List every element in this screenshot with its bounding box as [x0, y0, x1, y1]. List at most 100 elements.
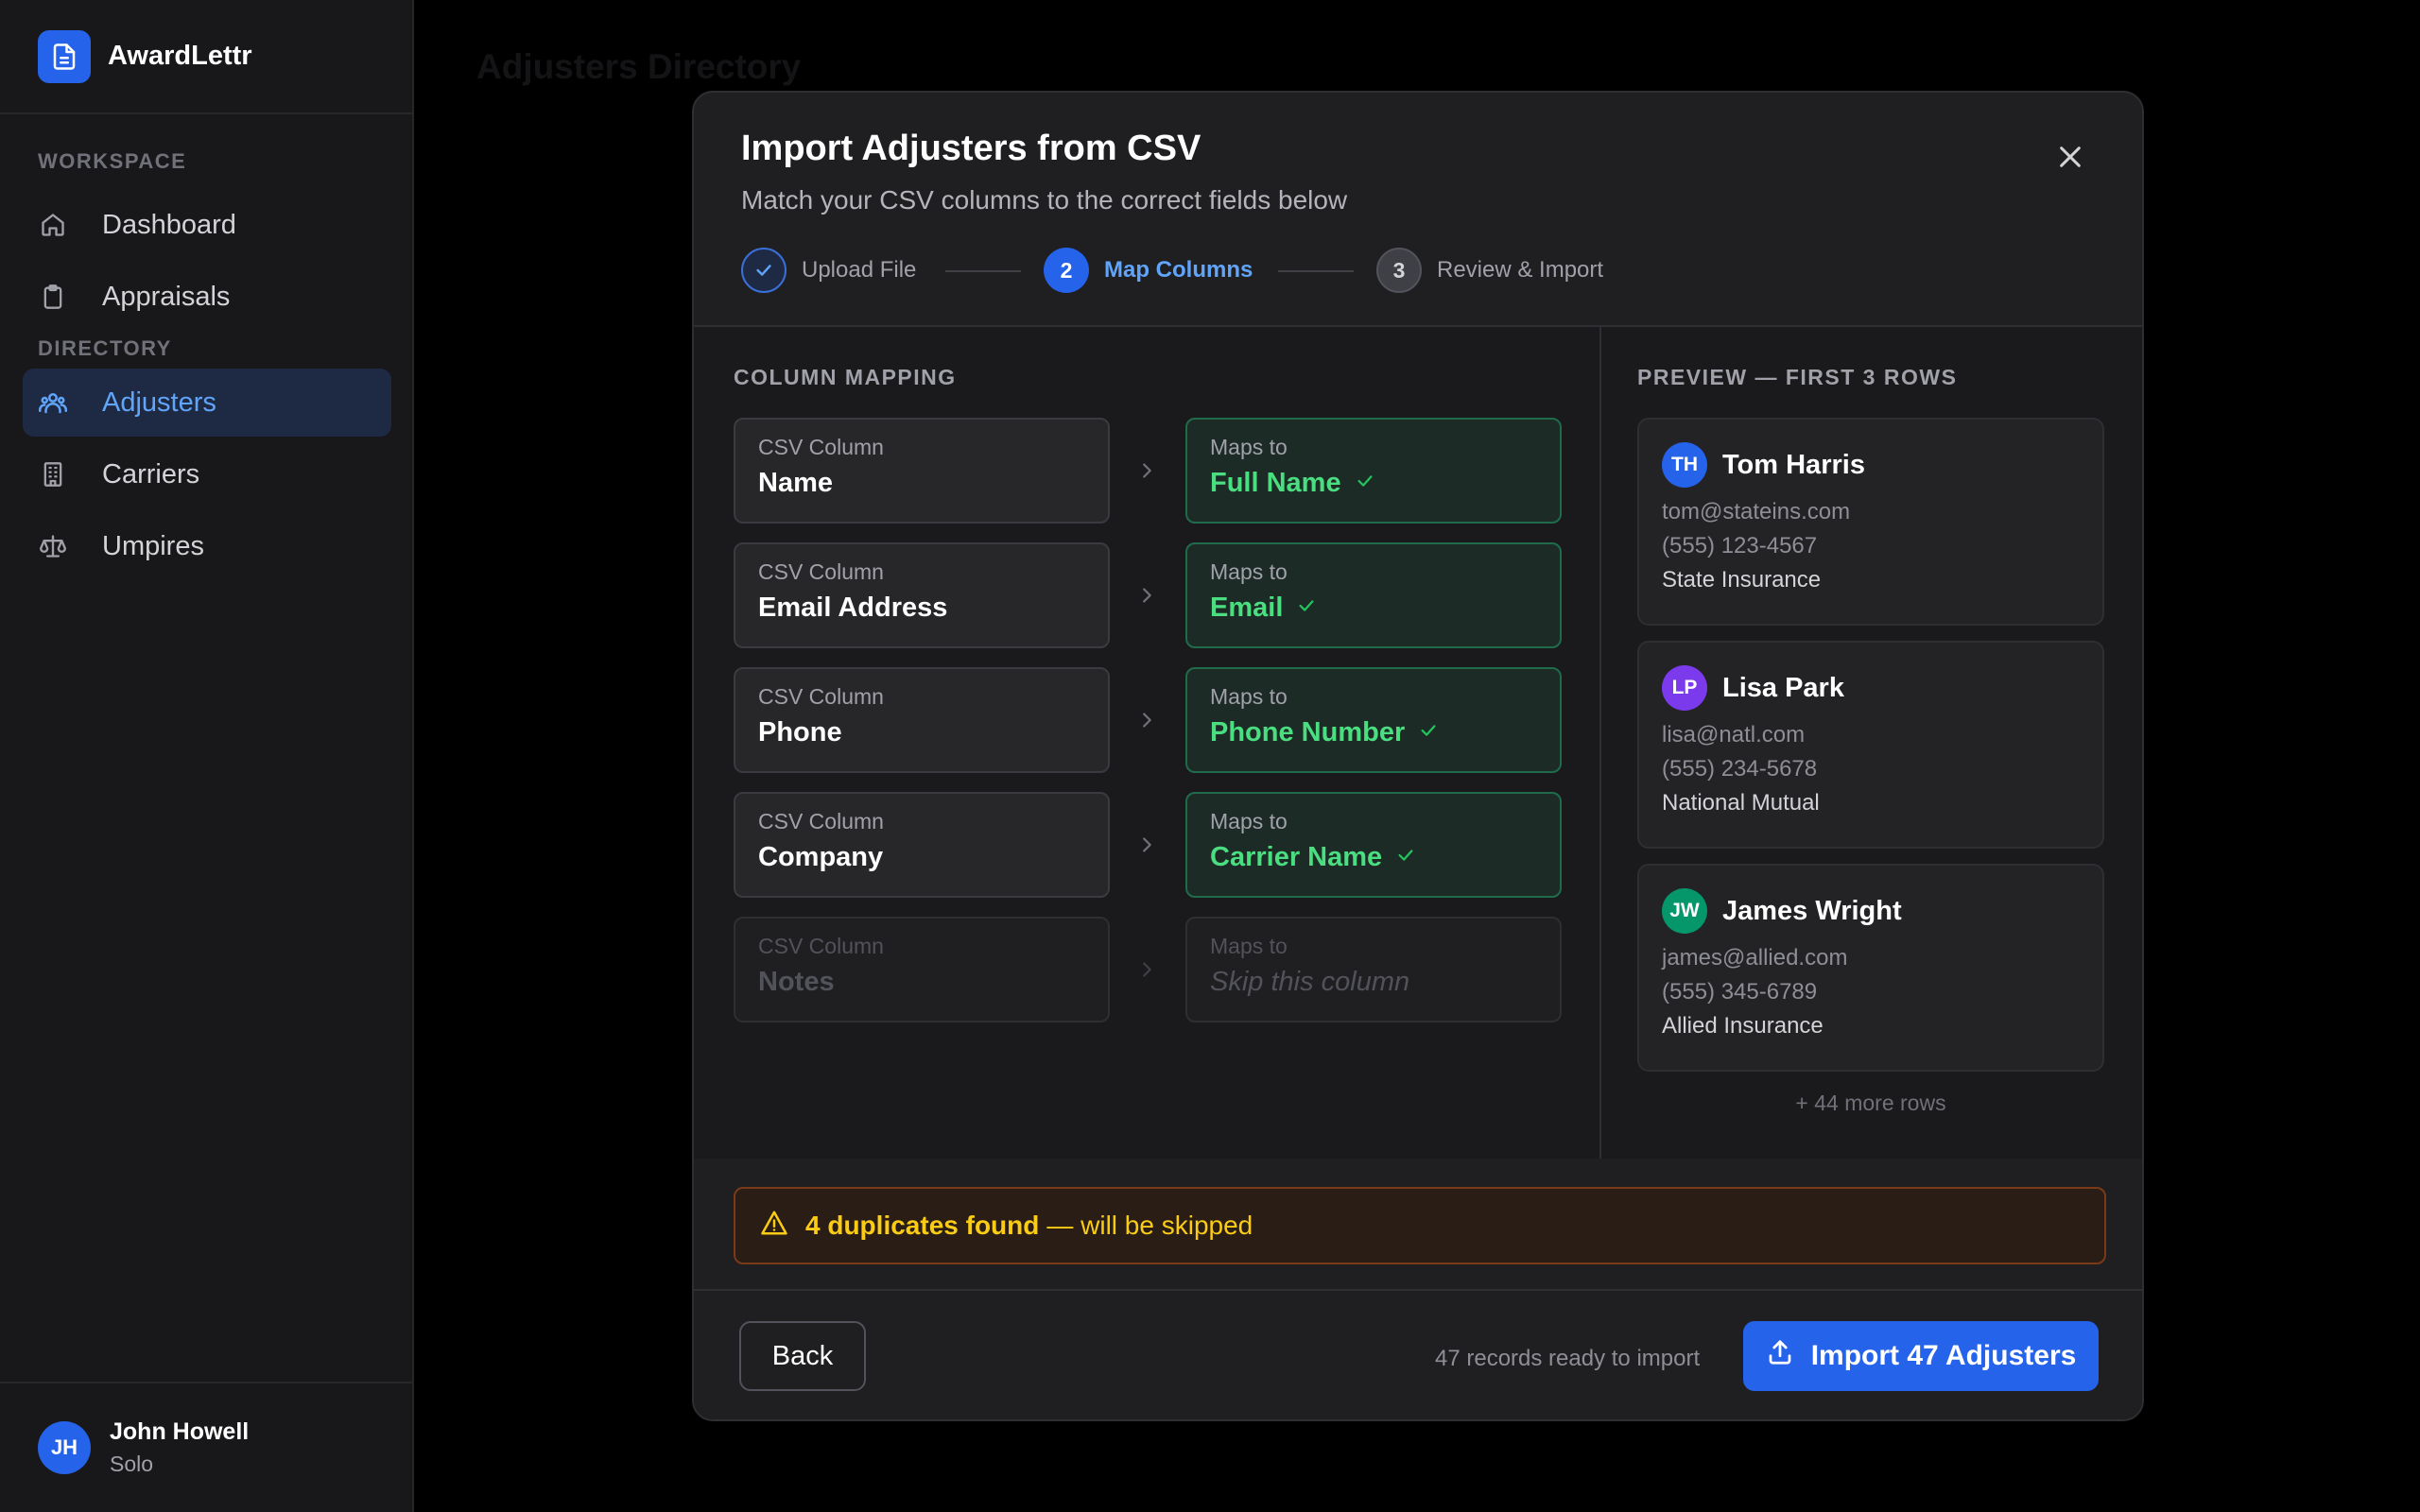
target-field-select[interactable]: Maps to Full Name [1185, 418, 1562, 524]
sidebar-item-adjusters[interactable]: Adjusters [23, 369, 391, 437]
mapping-row: CSV Column Company Maps to Carrier Name [734, 792, 1562, 898]
maps-to-caption: Maps to [1210, 809, 1288, 833]
sidebar-item-label: Appraisals [102, 281, 231, 312]
csv-column-name: Notes [758, 967, 835, 997]
warning-icon [760, 1209, 788, 1244]
avatar: JH [38, 1421, 91, 1474]
preview-phone: (555) 123-4567 [1662, 533, 1818, 558]
sidebar-item-appraisals[interactable]: Appraisals [23, 263, 391, 331]
modal-subtitle: Match your CSV columns to the correct fi… [741, 185, 1348, 215]
users-icon [38, 387, 68, 418]
step-3-number: 3 [1376, 248, 1422, 293]
building-icon [38, 459, 68, 490]
sidebar-item-label: Adjusters [102, 387, 216, 418]
chevron-right-icon [1123, 455, 1170, 486]
preview-name: Lisa Park [1722, 672, 1844, 703]
clipboard-icon [38, 282, 68, 312]
step-1-label: Upload File [802, 257, 917, 283]
target-field-select[interactable]: Maps to Phone Number [1185, 667, 1562, 773]
stepper: Upload File 2 Map Columns 3 Review & Imp… [741, 248, 1876, 295]
maps-to-caption: Maps to [1210, 559, 1288, 584]
csv-column-field: CSV Column Notes [734, 917, 1110, 1022]
csv-column-name: Name [758, 468, 833, 498]
avatar: TH [1662, 442, 1707, 488]
target-field-name: Skip this column [1210, 967, 1410, 997]
csv-column-caption: CSV Column [758, 809, 884, 833]
step-2-label: Map Columns [1104, 257, 1253, 283]
chevron-right-icon [1123, 954, 1170, 985]
divider [1599, 327, 1601, 1159]
csv-column-field: CSV Column Phone [734, 667, 1110, 773]
csv-column-caption: CSV Column [758, 934, 884, 958]
duplicates-note: — will be skipped [1046, 1211, 1253, 1240]
step-3-label: Review & Import [1437, 257, 1604, 283]
maps-to-caption: Maps to [1210, 934, 1288, 958]
target-field-name: Email [1210, 593, 1284, 623]
preview-card: TH Tom Harris tom@stateins.com (555) 123… [1637, 418, 2104, 626]
import-modal: Import Adjusters from CSV Match your CSV… [692, 91, 2144, 1421]
target-field-name: Phone Number [1210, 717, 1406, 747]
user-plan: Solo [110, 1452, 154, 1476]
close-button[interactable] [2046, 134, 2095, 183]
brand[interactable]: AwardLettr [0, 0, 412, 114]
home-icon [38, 210, 68, 240]
target-field-name: Carrier Name [1210, 842, 1383, 872]
modal-footer: Back 47 records ready to import Import 4… [694, 1289, 2142, 1419]
csv-column-caption: CSV Column [758, 684, 884, 709]
sidebar-item-dashboard[interactable]: Dashboard [23, 191, 391, 259]
user-name: John Howell [110, 1418, 250, 1445]
preview-email: james@allied.com [1662, 945, 1848, 971]
step-connector [1278, 270, 1354, 272]
preview-company: Allied Insurance [1662, 1013, 1824, 1039]
section-label-workspace: WORKSPACE [38, 149, 187, 173]
mapping-row: CSV Column Name Maps to Full Name [734, 418, 1562, 524]
section-label-directory: DIRECTORY [38, 336, 172, 360]
scale-icon [38, 531, 68, 561]
target-field-select[interactable]: Maps to Skip this column [1185, 917, 1562, 1022]
preview-phone: (555) 234-5678 [1662, 756, 1818, 782]
sidebar-item-carriers[interactable]: Carriers [23, 440, 391, 508]
target-field-select[interactable]: Maps to Carrier Name [1185, 792, 1562, 898]
csv-column-field: CSV Column Company [734, 792, 1110, 898]
preview-heading: PREVIEW — FIRST 3 ROWS [1637, 365, 1958, 389]
sidebar-item-label: Dashboard [102, 209, 236, 240]
preview-name: James Wright [1722, 895, 1902, 926]
brand-name: AwardLettr [108, 41, 252, 71]
step-1-check-icon [741, 248, 786, 293]
sidebar-item-label: Carriers [102, 458, 200, 490]
csv-column-name: Company [758, 842, 884, 872]
csv-column-field: CSV Column Email Address [734, 542, 1110, 648]
preview-email: lisa@natl.com [1662, 722, 1806, 747]
step-2-number: 2 [1044, 248, 1089, 293]
preview-card: JW James Wright james@allied.com (555) 3… [1637, 864, 2104, 1072]
chevron-right-icon [1123, 830, 1170, 860]
mapping-row-skipped: CSV Column Notes Maps to Skip this colum… [734, 917, 1562, 1022]
back-button[interactable]: Back [739, 1321, 866, 1391]
check-icon [1418, 717, 1439, 748]
import-button[interactable]: Import 47 Adjusters [1743, 1321, 2099, 1391]
sidebar: AwardLettr WORKSPACE Dashboard Appraisal… [0, 0, 414, 1512]
csv-column-caption: CSV Column [758, 559, 884, 584]
avatar: LP [1662, 665, 1707, 711]
maps-to-caption: Maps to [1210, 684, 1288, 709]
user-meta: John Howell Solo [110, 1418, 249, 1477]
preview-email: tom@stateins.com [1662, 499, 1851, 524]
sidebar-item-umpires[interactable]: Umpires [23, 512, 391, 580]
target-field-select[interactable]: Maps to Email [1185, 542, 1562, 648]
mapping-row: CSV Column Email Address Maps to Email [734, 542, 1562, 648]
import-button-label: Import 47 Adjusters [1810, 1340, 2077, 1371]
duplicates-warning: 4 duplicates found — will be skipped [734, 1187, 2106, 1264]
user-profile[interactable]: JH John Howell Solo [0, 1382, 412, 1512]
preview-company: National Mutual [1662, 790, 1820, 816]
upload-icon [1766, 1338, 1794, 1374]
modal-title: Import Adjusters from CSV [741, 129, 1201, 168]
preview-phone: (555) 345-6789 [1662, 979, 1818, 1005]
check-icon [1395, 842, 1416, 873]
preview-company: State Insurance [1662, 567, 1822, 593]
column-mapping-heading: COLUMN MAPPING [734, 365, 957, 389]
csv-column-name: Phone [758, 717, 842, 747]
csv-column-caption: CSV Column [758, 435, 884, 459]
csv-column-name: Email Address [758, 593, 948, 623]
more-rows-text: + 44 more rows [1795, 1091, 1946, 1115]
mapping-row: CSV Column Phone Maps to Phone Number [734, 667, 1562, 773]
